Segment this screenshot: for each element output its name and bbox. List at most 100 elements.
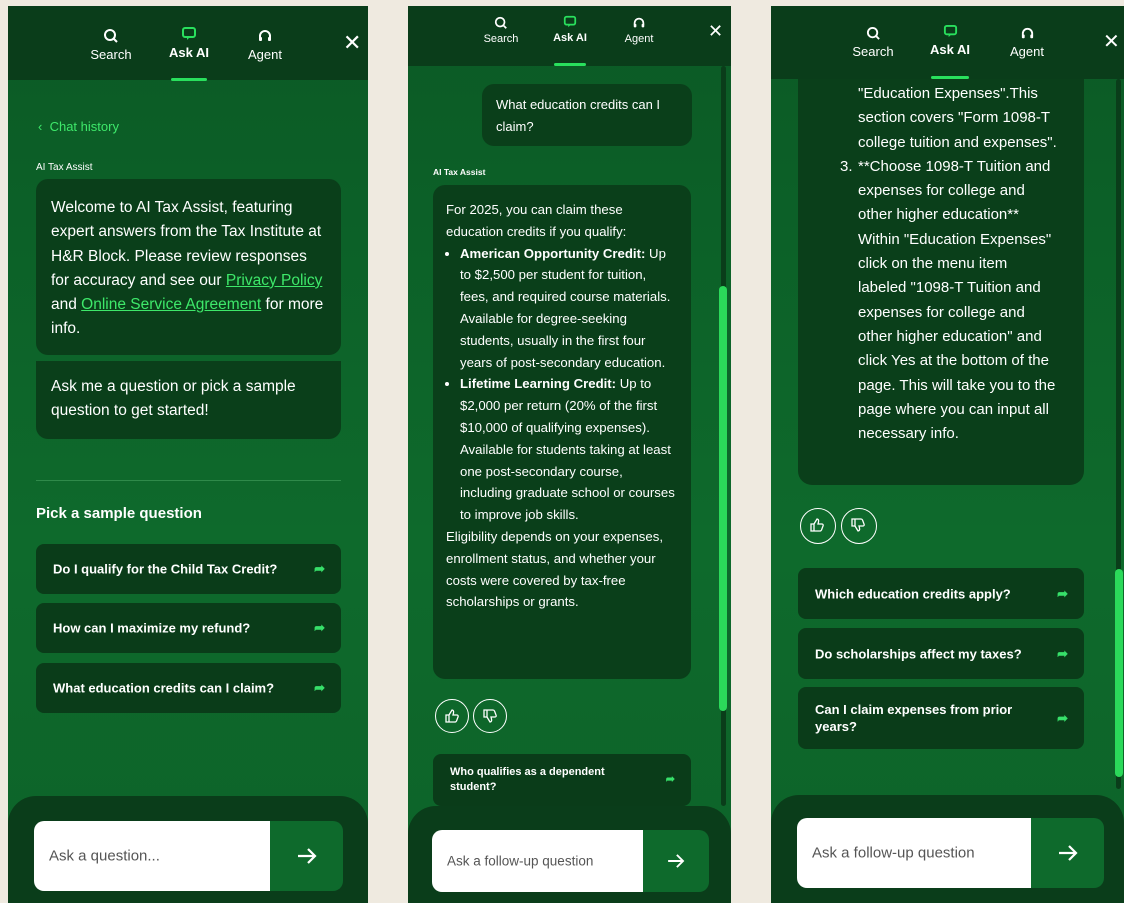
assistant-answer: For 2025, you can claim these education … [433, 185, 691, 679]
search-icon [866, 26, 880, 40]
arrow-forward-icon: ➦ [665, 773, 675, 786]
scrollbar-thumb[interactable] [719, 286, 727, 711]
sample-question-text: Do I qualify for the Child Tax Credit? [53, 561, 278, 577]
headset-icon [633, 17, 645, 28]
divider [36, 480, 341, 481]
answer-intro: For 2025, you can claim these education … [446, 202, 627, 239]
top-nav: Search Ask AI Agent ✕ [408, 6, 731, 66]
followup-question-text: Who qualifies as a dependent student? [450, 766, 605, 793]
answer-line: expenses for college and [858, 303, 1025, 321]
close-icon[interactable]: ✕ [708, 22, 723, 40]
credit-name: Lifetime Learning Credit: [460, 376, 617, 392]
top-nav-overlay: Search Ask AI Agent ✕ [771, 6, 1124, 79]
answer-line: click Yes at the bottom of the [858, 352, 1049, 370]
tab-ask-ai[interactable]: Ask AI [548, 15, 592, 44]
answer-line: Within "Education Expenses" [858, 230, 1052, 248]
arrow-right-icon [668, 854, 685, 868]
chat-panel-answer: Search Ask AI Agent ✕ What education cre… [408, 6, 731, 903]
answer-line: **Choose 1098-T Tuition and [858, 157, 1051, 175]
sample-question-3[interactable]: What education credits can I claim? ➦ [36, 663, 341, 713]
tab-agent[interactable]: Agent [618, 16, 660, 45]
tab-label: Search [483, 33, 519, 45]
question-input[interactable]: Ask a question... [34, 821, 270, 891]
credit-item: American Opportunity Credit: Up to $2,50… [460, 243, 678, 374]
headset-icon [259, 30, 271, 41]
sample-question-text: What education credits can I claim? [53, 680, 275, 696]
arrow-right-icon [1059, 845, 1078, 861]
online-service-agreement-link[interactable]: Online Service Agreement [81, 296, 261, 313]
followup-input[interactable]: Ask a follow-up question [797, 818, 1031, 888]
send-button[interactable] [270, 821, 343, 891]
send-button[interactable] [643, 830, 709, 892]
tab-label: Agent [624, 33, 654, 45]
answer-line: other higher education** [858, 206, 1019, 224]
chat-panel-answer-scrolled: Search Ask AI Agent ✕ "Education Expense… [771, 6, 1124, 903]
prompt-message: Ask me a question or pick a sample quest… [36, 361, 341, 439]
assistant-label: AI Tax Assist [36, 162, 93, 173]
close-icon[interactable]: ✕ [1103, 32, 1120, 52]
tab-search[interactable]: Search [90, 28, 132, 62]
followup-input[interactable]: Ask a follow-up question [432, 830, 643, 892]
thumbs-up-button[interactable] [800, 508, 836, 544]
arrow-forward-icon: ➦ [314, 561, 325, 576]
active-tab-indicator [171, 78, 207, 81]
tab-search[interactable]: Search [851, 26, 895, 59]
answer-line: click on the menu item [858, 255, 1008, 273]
scrollbar-thumb[interactable] [1115, 569, 1123, 777]
tab-label: Agent [248, 47, 282, 62]
search-icon [494, 16, 507, 29]
tab-label: Agent [1010, 44, 1044, 59]
privacy-policy-link[interactable]: Privacy Policy [226, 272, 322, 289]
chat-bubble-icon [943, 24, 957, 38]
arrow-right-icon [298, 848, 317, 864]
chat-history-label: Chat history [49, 119, 119, 134]
input-placeholder: Ask a follow-up question [447, 853, 594, 869]
prompt-text: Ask me a question or pick a sample quest… [51, 378, 296, 420]
sample-question-1[interactable]: Do I qualify for the Child Tax Credit? ➦ [36, 544, 341, 594]
chat-bubble-icon [563, 15, 577, 28]
welcome-text-and: and [51, 296, 82, 314]
user-message: What education credits can I claim? [482, 84, 692, 146]
tab-agent[interactable]: Agent [1005, 26, 1049, 59]
answer-line: college tuition and expenses". [858, 133, 1057, 151]
user-message-text: What education credits can I claim? [496, 97, 661, 134]
tab-ask-ai[interactable]: Ask AI [166, 26, 212, 60]
credit-item: Lifetime Learning Credit: Up to $2,000 p… [460, 373, 678, 526]
answer-line: necessary info. [858, 425, 959, 443]
answer-line: labeled "1098-T Tuition and [858, 279, 1041, 297]
arrow-forward-icon: ➦ [1057, 645, 1068, 661]
answer-line: expenses for college and [858, 182, 1025, 200]
thumbs-down-icon [851, 518, 865, 532]
tab-agent[interactable]: Agent [244, 28, 286, 62]
thumbs-down-icon [483, 709, 497, 723]
input-placeholder: Ask a question... [49, 847, 160, 865]
tab-label: Search [852, 44, 894, 59]
arrow-forward-icon: ➦ [1057, 585, 1068, 601]
welcome-message: Welcome to AI Tax Assist, featuring expe… [36, 179, 341, 355]
tab-search[interactable]: Search [480, 16, 522, 45]
thumbs-down-button[interactable] [841, 508, 877, 544]
close-icon[interactable]: ✕ [343, 32, 361, 54]
assistant-label: AI Tax Assist [433, 167, 486, 177]
answer-line: other higher education" and [858, 327, 1042, 345]
credit-name: American Opportunity Credit: [460, 245, 646, 261]
send-button[interactable] [1031, 818, 1104, 888]
sample-question-2[interactable]: How can I maximize my refund? ➦ [36, 603, 341, 653]
chat-bubble-icon [182, 27, 196, 40]
chat-history-link[interactable]: ‹ Chat history [38, 119, 119, 134]
input-placeholder: Ask a follow-up question [812, 844, 975, 862]
tab-ask-ai[interactable]: Ask AI [927, 24, 973, 57]
followup-question-1[interactable]: Who qualifies as a dependent student? ➦ [433, 754, 691, 806]
tab-label: Ask AI [169, 45, 209, 60]
active-tab-indicator [554, 63, 586, 66]
followup-question-3[interactable]: Can I claim expenses from prior years? ➦ [798, 687, 1084, 749]
followup-question-1[interactable]: Which education credits apply? ➦ [798, 568, 1084, 619]
thumbs-up-button[interactable] [435, 699, 469, 733]
followup-question-text: Do scholarships affect my taxes? [815, 646, 1022, 661]
chevron-left-icon: ‹ [38, 119, 43, 134]
thumbs-down-button[interactable] [473, 699, 507, 733]
headset-icon [1021, 27, 1033, 39]
input-bar: Ask a question... [8, 796, 368, 903]
followup-question-2[interactable]: Do scholarships affect my taxes? ➦ [798, 628, 1084, 679]
arrow-forward-icon: ➦ [314, 620, 325, 635]
